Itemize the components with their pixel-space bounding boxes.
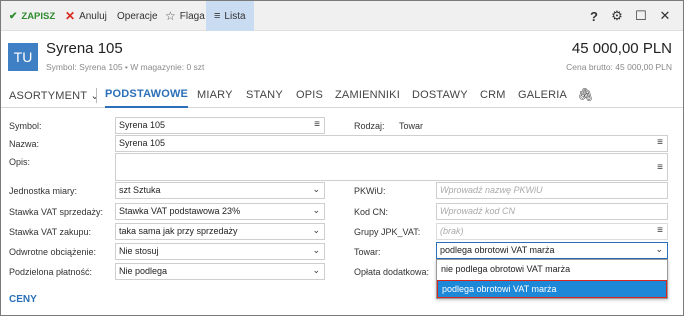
symbol-field[interactable]: Syrena 105 ≡	[115, 117, 325, 134]
symbol-label: Symbol:	[9, 121, 42, 131]
tab-stany[interactable]: STANY	[246, 82, 283, 108]
operations-label: Operacje	[117, 10, 158, 22]
tab-asortyment[interactable]: ASORTYMENT ⌄	[9, 82, 100, 108]
tab-dostawy[interactable]: DOSTAWY	[412, 82, 468, 108]
vat-zakupu-label: Stawka VAT zakupu:	[9, 227, 92, 237]
menu-icon[interactable]: ≡	[314, 119, 320, 130]
odwrotne-select[interactable]: Nie stosuj ⌄	[115, 243, 325, 260]
tab-miary[interactable]: MIARY	[197, 82, 233, 108]
help-icon[interactable]: ?	[583, 1, 605, 31]
podzielona-value: Nie podlega	[119, 266, 168, 276]
vat-sprzedazy-label: Stawka VAT sprzedaży:	[9, 207, 104, 217]
menu-icon[interactable]: ≡	[657, 225, 663, 236]
close-window-icon[interactable]: ✕	[654, 1, 676, 31]
star-icon: ☆	[165, 9, 176, 23]
section-ceny[interactable]: CENY	[9, 294, 37, 305]
dropdown-option-selected[interactable]: podlega obrotowi VAT marża	[437, 280, 667, 298]
tab-galeria[interactable]: GALERIA	[518, 82, 567, 108]
list-button[interactable]: ≡ Lista	[206, 1, 254, 31]
towar-value: podlega obrotowi VAT marża	[440, 245, 555, 255]
grupy-jpk-field[interactable]: (brak) ≡	[436, 223, 668, 240]
vat-sprzedazy-select[interactable]: Stawka VAT podstawowa 23% ⌄	[115, 203, 325, 220]
podzielona-label: Podzielona płatność:	[9, 267, 93, 277]
tab-zamienniki[interactable]: ZAMIENNIKI	[335, 82, 400, 108]
chevron-down-icon: ⌄	[312, 225, 320, 235]
kod-cn-input[interactable]: Wprowadź kod CN	[436, 203, 668, 220]
nazwa-value: Syrena 105	[119, 138, 166, 148]
flag-label: Flaga	[179, 10, 205, 22]
chevron-down-icon: ⌄	[312, 245, 320, 255]
odwrotne-label: Odwrotne obciążenie:	[9, 247, 97, 257]
vat-sprzedazy-value: Stawka VAT podstawowa 23%	[119, 206, 241, 216]
nazwa-label: Nazwa:	[9, 139, 40, 149]
tab-opis[interactable]: OPIS	[296, 82, 323, 108]
avatar: TU	[8, 43, 38, 71]
chevron-down-icon: ⌄	[312, 265, 320, 275]
towar-dropdown-list: nie podlega obrotowi VAT marża podlega o…	[436, 259, 668, 299]
dropdown-option[interactable]: nie podlega obrotowi VAT marża	[437, 261, 667, 279]
tab-divider	[96, 88, 97, 103]
kod-cn-placeholder: Wprowadź kod CN	[440, 206, 516, 216]
vat-zakupu-select[interactable]: taka sama jak przy sprzedaży ⌄	[115, 223, 325, 240]
paperclip-icon[interactable]: 🖇	[577, 82, 594, 108]
cancel-button[interactable]: ✕ Anuluj	[65, 1, 107, 31]
pkwiu-label: PKWiU:	[354, 186, 386, 196]
page-subtitle: Symbol: Syrena 105 • W magazynie: 0 szt	[46, 62, 205, 72]
opis-label: Opis:	[9, 157, 31, 167]
grupy-jpk-label: Grupy JPK_VAT:	[354, 227, 421, 237]
flag-button[interactable]: ☆ Flaga	[165, 1, 205, 31]
save-button[interactable]: ✔ ZAPISZ	[9, 1, 55, 31]
save-label: ZAPISZ	[21, 10, 56, 22]
toolbar: ✔ ZAPISZ ✕ Anuluj Operacje ☆ Flaga ≡ Lis…	[1, 1, 683, 31]
close-icon: ✕	[65, 9, 76, 23]
chevron-down-icon: ⌄	[655, 244, 663, 254]
list-icon: ≡	[214, 10, 221, 22]
rodzaj-value: Towar	[399, 121, 424, 131]
oplata-label: Opłata dodatkowa:	[354, 267, 430, 277]
operations-button[interactable]: Operacje	[117, 1, 158, 31]
jednostka-label: Jednostka miary:	[9, 186, 78, 196]
towar-select[interactable]: podlega obrotowi VAT marża ⌄	[436, 242, 668, 259]
rodzaj-label: Rodzaj:	[354, 121, 385, 131]
chevron-down-icon: ⌄	[312, 205, 320, 215]
gear-icon[interactable]: ⚙	[606, 1, 628, 31]
jednostka-value: szt Sztuka	[119, 185, 161, 195]
nazwa-field[interactable]: Syrena 105 ≡	[115, 135, 668, 152]
menu-icon[interactable]: ≡	[657, 162, 663, 173]
jednostka-select[interactable]: szt Sztuka ⌄	[115, 182, 325, 199]
list-label: Lista	[224, 10, 246, 22]
menu-icon[interactable]: ≡	[657, 137, 663, 148]
odwrotne-value: Nie stosuj	[119, 246, 159, 256]
towar-label: Towar:	[354, 247, 381, 257]
pkwiu-placeholder: Wprowadź nazwę PKWiU	[440, 185, 543, 195]
cancel-label: Anuluj	[79, 10, 107, 22]
kod-cn-label: Kod CN:	[354, 207, 389, 217]
check-icon: ✔	[9, 10, 18, 22]
grupy-jpk-placeholder: (brak)	[440, 226, 464, 236]
page-title: Syrena 105	[46, 40, 123, 57]
opis-field[interactable]: ≡	[115, 153, 668, 181]
symbol-value: Syrena 105	[119, 120, 166, 130]
price-gross: Cena brutto: 45 000,00 PLN	[566, 62, 672, 72]
tab-podstawowe[interactable]: PODSTAWOWE	[105, 82, 189, 108]
tab-crm[interactable]: CRM	[480, 82, 506, 108]
tab-bar: ASORTYMENT ⌄ PODSTAWOWE MIARY STANY OPIS…	[1, 82, 683, 108]
chevron-down-icon: ⌄	[312, 184, 320, 194]
pkwiu-input[interactable]: Wprowadź nazwę PKWiU	[436, 182, 668, 199]
maximize-icon[interactable]: ☐	[630, 1, 652, 31]
vat-zakupu-value: taka sama jak przy sprzedaży	[119, 226, 238, 236]
price: 45 000,00 PLN	[571, 40, 672, 57]
podzielona-select[interactable]: Nie podlega ⌄	[115, 263, 325, 280]
